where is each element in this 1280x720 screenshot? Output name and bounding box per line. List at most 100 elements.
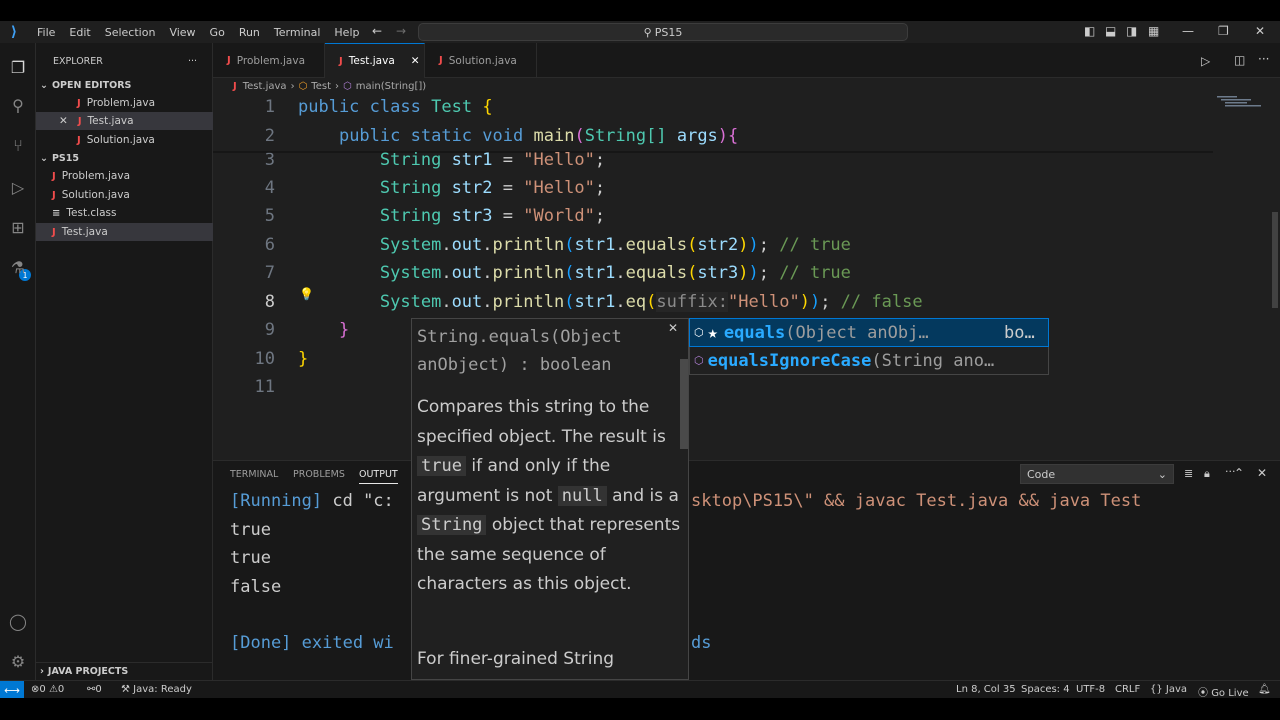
forward-arrow-icon[interactable]: →	[396, 24, 406, 38]
end-of-line[interactable]: CRLF	[1115, 684, 1140, 695]
editor-scrollbar[interactable]	[1270, 94, 1280, 460]
toggle-panel-icon[interactable]: ⬓	[1105, 24, 1116, 38]
close-window-icon[interactable]: ✕	[1255, 24, 1265, 38]
cursor-position[interactable]: Ln 8, Col 35	[956, 684, 1016, 695]
token: String	[379, 178, 442, 198]
token: // true	[779, 263, 851, 283]
token: str1	[451, 150, 493, 170]
open-editor-item[interactable]: J Solution.java	[36, 131, 213, 149]
file-item[interactable]: ≡ Test.class	[36, 204, 213, 222]
token: equals	[625, 263, 688, 283]
minimize-icon[interactable]: —	[1182, 24, 1194, 38]
warning-count: 0	[57, 684, 65, 695]
close-panel-icon[interactable]: ✕	[1257, 466, 1267, 480]
close-icon[interactable]: ✕	[59, 115, 68, 127]
output-text: ds	[691, 633, 712, 653]
menu-terminal[interactable]: Terminal	[267, 26, 328, 39]
file-item[interactable]: J Test.java	[36, 223, 213, 241]
source-control-icon[interactable]: ⑂	[6, 133, 30, 157]
open-editor-item[interactable]: J Problem.java	[36, 94, 213, 112]
notifications-icon[interactable]: 🔔︎	[1258, 684, 1271, 695]
open-editor-item[interactable]: ✕ J Test.java	[36, 112, 213, 130]
code-line-6: System.out.println(str1.equals(str2)); /…	[379, 235, 851, 255]
token: str3	[451, 206, 493, 226]
suggestion-match: equalsIgnoreCase	[707, 350, 872, 371]
file-item[interactable]: J Problem.java	[36, 167, 213, 185]
tab-solution-java[interactable]: J Solution.java	[425, 43, 537, 78]
menu-view[interactable]: View	[162, 26, 202, 39]
restore-icon[interactable]: ❐	[1218, 24, 1229, 38]
file-label: Test.java	[61, 226, 108, 238]
ports-status[interactable]: ⚯0	[87, 684, 102, 695]
token: str2	[451, 178, 493, 198]
back-arrow-icon[interactable]: ←	[372, 24, 382, 38]
more-actions-icon[interactable]: ···	[188, 56, 197, 67]
manage-gear-icon[interactable]: ⚙	[6, 649, 30, 673]
explorer-icon[interactable]: ❐	[6, 55, 30, 79]
inline-code: String	[417, 515, 487, 535]
menu-selection[interactable]: Selection	[98, 26, 163, 39]
run-file-icon[interactable]: ▷	[1201, 54, 1210, 68]
lock-scroll-icon[interactable]: 🔒︎	[1204, 467, 1210, 481]
panel-tab-output[interactable]: OUTPUT	[359, 469, 398, 484]
command-center-search[interactable]: ⚲ PS15	[418, 23, 908, 41]
run-debug-icon[interactable]: ▷	[6, 175, 30, 199]
suggestion-item[interactable]: ⬡ equalsIgnoreCase (String ano…	[690, 347, 1048, 374]
java-projects-header[interactable]: › JAVA PROJECTS	[36, 662, 213, 680]
close-icon[interactable]: ✕	[668, 321, 678, 335]
encoding[interactable]: UTF-8	[1076, 684, 1105, 695]
indentation[interactable]: Spaces: 4	[1021, 684, 1070, 695]
file-label: Solution.java	[61, 189, 130, 201]
tab-label: Solution.java	[448, 54, 517, 67]
signature-line: anObject) : boolean	[417, 355, 612, 375]
open-editor-label: Test.java	[87, 115, 134, 127]
split-editor-icon[interactable]: ◫	[1234, 53, 1245, 67]
token: public	[338, 126, 401, 146]
breadcrumb-method[interactable]: main(String[])	[356, 81, 426, 92]
menu-file[interactable]: File	[30, 26, 62, 39]
tab-problem-java[interactable]: J Problem.java	[213, 43, 325, 78]
more-actions-icon[interactable]: ···	[1258, 52, 1269, 66]
accounts-icon[interactable]: ◯	[6, 609, 30, 633]
panel-up-icon[interactable]: ⌃	[1234, 466, 1244, 480]
problems-status[interactable]: ⊗0 ⚠0	[31, 684, 64, 695]
language-mode[interactable]: {} Java	[1150, 684, 1187, 695]
menu-run[interactable]: Run	[232, 26, 267, 39]
panel-tab-terminal[interactable]: TERMINAL	[230, 469, 278, 480]
code-line-9: }	[338, 320, 350, 340]
menu-go[interactable]: Go	[203, 26, 232, 39]
tab-test-java[interactable]: J Test.java ✕	[325, 43, 425, 78]
close-tab-icon[interactable]: ✕	[411, 55, 420, 67]
customize-layout-icon[interactable]: ▦	[1148, 24, 1159, 38]
suggestion-item[interactable]: ⬡ ★ equals (Object anObj… bo…	[689, 318, 1049, 347]
language-text: Java	[1165, 684, 1188, 695]
breadcrumb-file[interactable]: Test.java	[243, 81, 287, 92]
panel-tab-problems[interactable]: PROBLEMS	[293, 469, 345, 480]
method-icon: ⬡	[694, 354, 704, 367]
menu-help[interactable]: Help	[327, 26, 366, 39]
chevron-right-icon: ›	[335, 80, 339, 92]
breadcrumb-class[interactable]: Test	[311, 81, 331, 92]
open-editors-label: OPEN EDITORS	[51, 79, 132, 91]
search-activity-icon[interactable]: ⚲	[6, 93, 30, 117]
output-channel-select[interactable]: Code ⌄	[1020, 464, 1174, 484]
folder-header[interactable]: ⌄ PS15	[36, 149, 213, 167]
minimap[interactable]	[1217, 94, 1262, 108]
java-projects-label: JAVA PROJECTS	[47, 666, 129, 677]
remote-icon[interactable]: ⟷	[0, 681, 24, 699]
java-status[interactable]: ⚒ Java: Ready	[121, 684, 192, 695]
open-editors-header[interactable]: ⌄ OPEN EDITORS	[36, 76, 213, 94]
go-live-button[interactable]: ⦿ Go Live	[1198, 684, 1249, 699]
extensions-icon[interactable]: ⊞	[6, 215, 30, 239]
toggle-secondary-sidebar-icon[interactable]: ◨	[1126, 24, 1137, 38]
testing-icon[interactable]: ⚗	[6, 255, 30, 279]
menu-edit[interactable]: Edit	[62, 26, 97, 39]
file-label: Test.class	[66, 207, 117, 219]
token: println	[492, 292, 565, 312]
line-number: 1	[264, 97, 275, 117]
file-item[interactable]: J Solution.java	[36, 186, 213, 204]
code-editor[interactable]: 1 2 3 4 5 6 7 8 9 10 11 💡 public class T…	[213, 94, 1280, 460]
toggle-sidebar-icon[interactable]: ◧	[1084, 24, 1095, 38]
line-number: 6	[264, 235, 275, 255]
clear-output-icon[interactable]: ≣	[1184, 467, 1193, 480]
